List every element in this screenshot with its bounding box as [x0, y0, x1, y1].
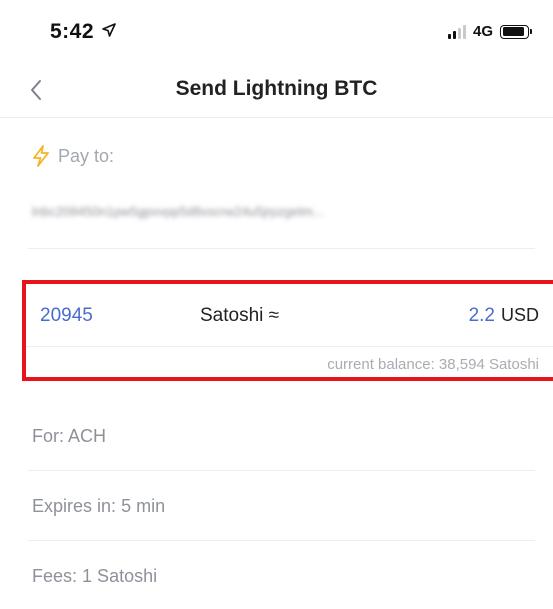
signal-icon	[447, 24, 466, 39]
for-label: For:	[32, 426, 65, 446]
fees-row: Fees: 1 Satoshi	[32, 566, 157, 587]
pay-to-header: Pay to:	[32, 145, 114, 167]
status-time-text: 5:42	[50, 20, 95, 43]
usd-conversion: 2.2 USD	[469, 305, 539, 327]
amount-section: 20945 Satoshi ≈ 2.2 USD current balance:…	[22, 280, 553, 381]
expires-label: Expires in:	[32, 496, 117, 516]
divider	[28, 540, 535, 541]
status-bar: 5:42 4G	[0, 0, 553, 62]
amount-row: 20945 Satoshi ≈ 2.2 USD	[40, 302, 539, 330]
amount-input[interactable]: 20945	[40, 305, 180, 327]
status-indicators: 4G	[447, 23, 532, 40]
network-type: 4G	[472, 23, 493, 40]
for-row: For: ACH	[32, 426, 106, 447]
status-time: 5:42	[50, 20, 117, 44]
fees-value: 1 Satoshi	[82, 566, 158, 586]
divider	[28, 248, 535, 249]
lightning-icon	[33, 145, 49, 167]
page-title: Send Lightning BTC	[175, 77, 378, 100]
for-value: ACH	[68, 426, 107, 446]
fees-label: Fees:	[32, 566, 78, 586]
expires-row: Expires in: 5 min	[32, 496, 165, 517]
unit-label: Satoshi ≈	[200, 305, 280, 326]
divider	[26, 346, 553, 347]
pay-to-label: Pay to:	[58, 145, 115, 166]
divider	[28, 470, 535, 471]
usd-label: USD	[500, 305, 539, 325]
usd-value: 2.2	[468, 305, 495, 326]
current-balance: current balance: 38,594 Satoshi	[327, 356, 539, 373]
invoice-address: lnbc209450n1pw5gpvvpp5d8xscrw24u5jrpzget…	[32, 204, 324, 219]
battery-icon	[500, 24, 532, 39]
expires-value: 5 min	[121, 496, 166, 516]
location-arrow-icon	[102, 23, 117, 37]
nav-bar: Send Lightning BTC	[0, 62, 553, 118]
